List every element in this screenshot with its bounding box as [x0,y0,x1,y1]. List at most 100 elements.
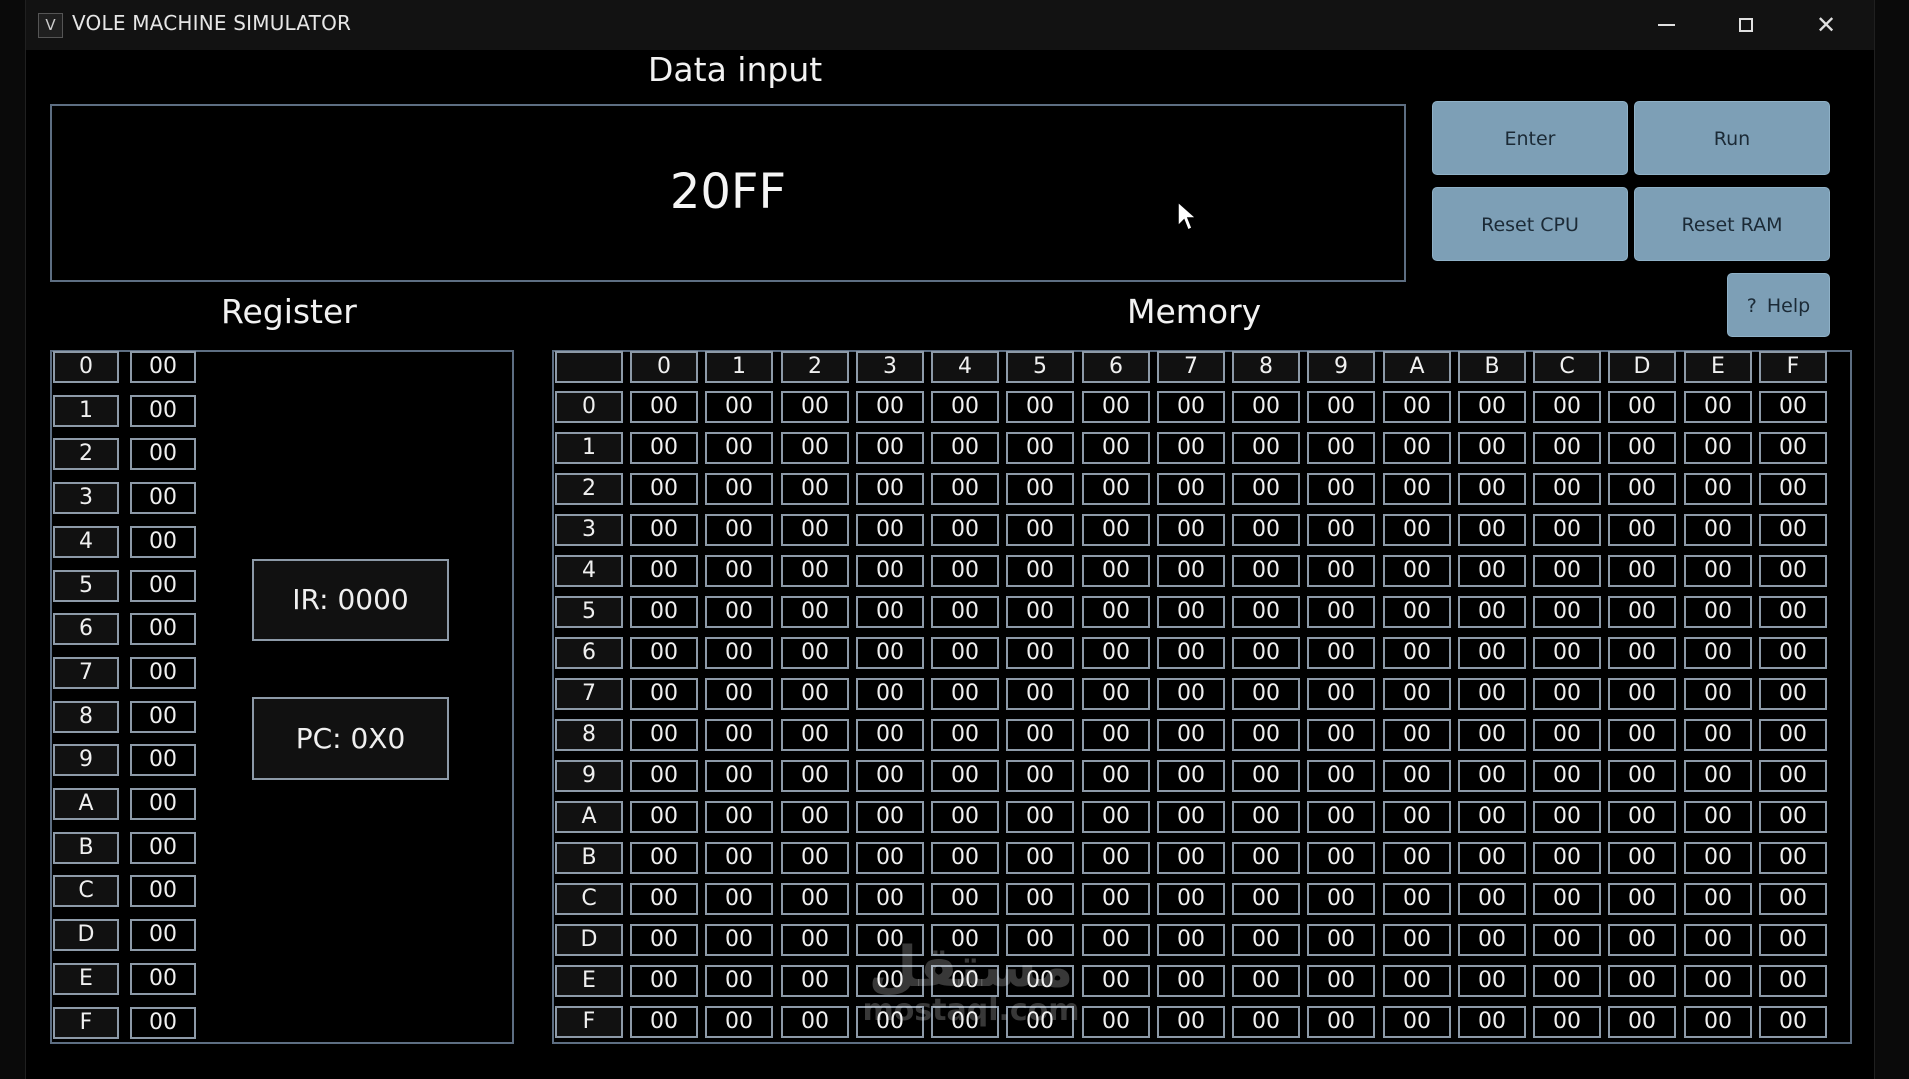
memory-cell: 00 [1759,637,1827,669]
register-value: 00 [130,526,196,558]
memory-column-header: 3 [856,351,924,383]
memory-cell: 00 [1232,801,1300,833]
memory-cell: 00 [1759,473,1827,505]
register-label: D [53,919,119,951]
memory-cell: 00 [1232,965,1300,997]
memory-cell: 00 [1533,1006,1601,1038]
memory-cell: 00 [1458,473,1526,505]
data-input-value: 20FF [669,164,787,220]
memory-cell: 00 [1157,555,1225,587]
reset-cpu-button[interactable]: Reset CPU [1432,187,1628,261]
memory-cell: 00 [1684,596,1752,628]
memory-cell: 00 [1232,473,1300,505]
register-value: 00 [130,788,196,820]
memory-row-header: 0 [555,391,623,423]
title-bar[interactable]: V VOLE MACHINE SIMULATOR ✕ [26,0,1874,50]
memory-row-header: F [555,1006,623,1038]
memory-column-header: 4 [931,351,999,383]
memory-cell: 00 [1608,842,1676,874]
memory-cell: 00 [1307,719,1375,751]
memory-cell: 00 [781,760,849,792]
memory-cell: 00 [1608,514,1676,546]
memory-cell: 00 [1307,883,1375,915]
memory-cell: 00 [1684,473,1752,505]
register-label: B [53,832,119,864]
memory-cell: 00 [1383,514,1451,546]
memory-cell: 00 [1157,719,1225,751]
memory-title: Memory [1127,292,1262,331]
memory-cell: 00 [1232,924,1300,956]
memory-cell: 00 [1157,473,1225,505]
memory-cell: 00 [1232,883,1300,915]
memory-cell: 00 [1458,883,1526,915]
instruction-register: IR: 0000 [252,559,449,641]
memory-cell: 00 [630,883,698,915]
memory-cell: 00 [1458,801,1526,833]
memory-cell: 00 [1608,432,1676,464]
memory-corner-cell [555,351,623,383]
help-icon: ? [1746,295,1757,317]
memory-cell: 00 [931,924,999,956]
mouse-cursor-icon [1177,200,1198,232]
memory-cell: 00 [1759,842,1827,874]
memory-cell: 00 [1082,596,1150,628]
memory-cell: 00 [1533,391,1601,423]
close-button[interactable]: ✕ [1786,0,1866,50]
memory-cell: 00 [856,555,924,587]
memory-cell: 00 [1458,391,1526,423]
memory-cell: 00 [1307,842,1375,874]
register-label: F [53,1007,119,1039]
memory-cell: 00 [1157,391,1225,423]
memory-cell: 00 [1458,760,1526,792]
memory-cell: 00 [630,596,698,628]
program-counter: PC: 0X0 [252,697,449,780]
memory-cell: 00 [705,801,773,833]
memory-cell: 00 [1684,637,1752,669]
memory-row-header: A [555,801,623,833]
memory-row-header: 6 [555,637,623,669]
memory-cell: 00 [1232,1006,1300,1038]
memory-cell: 00 [1608,637,1676,669]
memory-cell: 00 [1458,514,1526,546]
app-window: V VOLE MACHINE SIMULATOR ✕ Data input 20… [25,0,1875,1079]
memory-cell: 00 [1383,596,1451,628]
memory-cell: 00 [1458,678,1526,710]
register-label: 1 [53,395,119,427]
memory-cell: 00 [781,555,849,587]
memory-cell: 00 [1232,637,1300,669]
register-value: 00 [130,438,196,470]
data-input-field[interactable]: 20FF [50,104,1406,282]
minimize-button[interactable] [1626,0,1706,50]
register-value: 00 [130,351,196,383]
memory-cell: 00 [1232,719,1300,751]
memory-cell: 00 [1307,637,1375,669]
memory-cell: 00 [1383,965,1451,997]
memory-column-header: 6 [1082,351,1150,383]
enter-button[interactable]: Enter [1432,101,1628,175]
register-label: 8 [53,701,119,733]
memory-cell: 00 [1458,965,1526,997]
memory-cell: 00 [1006,965,1074,997]
memory-cell: 00 [1608,719,1676,751]
memory-cell: 00 [705,842,773,874]
register-label: 0 [53,351,119,383]
register-value: 00 [130,919,196,951]
memory-cell: 00 [1157,883,1225,915]
maximize-button[interactable] [1706,0,1786,50]
memory-cell: 00 [1759,555,1827,587]
memory-cell: 00 [1533,432,1601,464]
memory-cell: 00 [1684,965,1752,997]
memory-column-header: 9 [1307,351,1375,383]
reset-ram-button[interactable]: Reset RAM [1634,187,1830,261]
memory-cell: 00 [1383,555,1451,587]
memory-cell: 00 [1082,473,1150,505]
run-button[interactable]: Run [1634,101,1830,175]
memory-cell: 00 [931,391,999,423]
help-label: Help [1766,295,1811,317]
memory-row-header: E [555,965,623,997]
memory-cell: 00 [1458,596,1526,628]
register-value: 00 [130,570,196,602]
memory-cell: 00 [1157,801,1225,833]
help-button[interactable]: ? Help [1727,273,1830,337]
register-label: C [53,875,119,907]
